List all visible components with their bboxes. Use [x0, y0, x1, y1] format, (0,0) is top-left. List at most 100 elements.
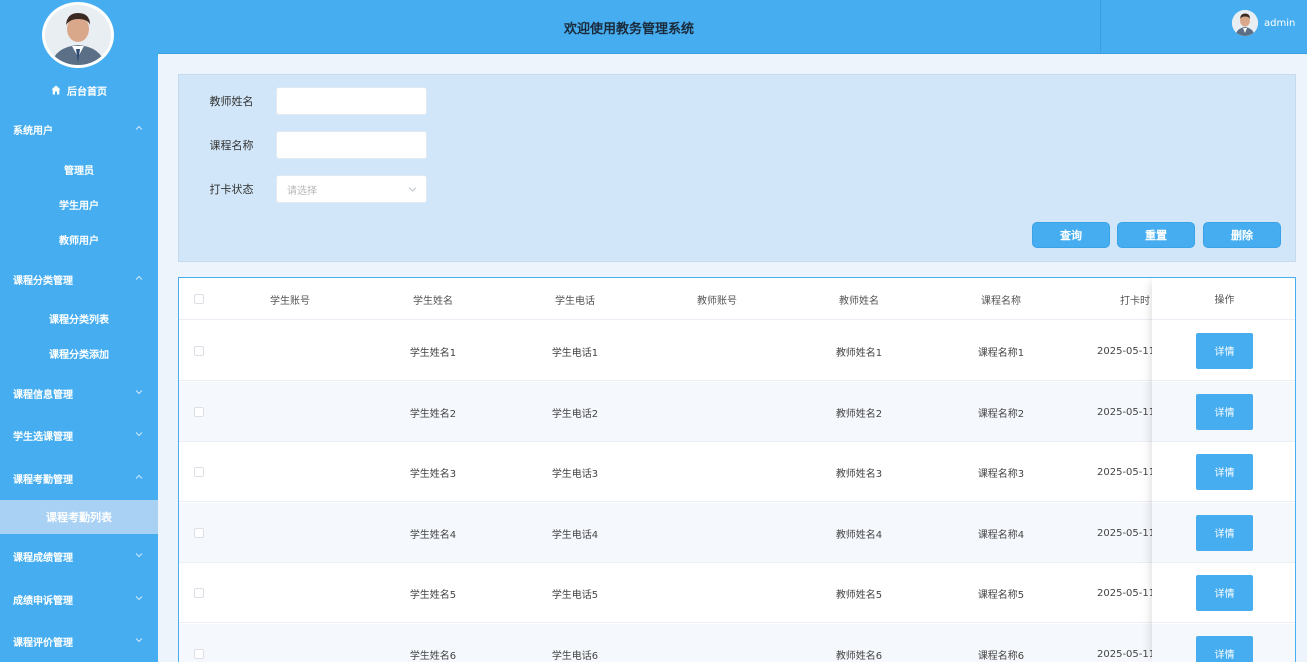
sidebar-group-label: 成绩申诉管理 [13, 595, 73, 607]
cell-checkin-time: 2025-05-11 1 [1097, 466, 1152, 478]
column-header: 课程名称 [981, 295, 1021, 307]
course-name-label: 课程名称 [209, 139, 254, 152]
user-name: admin [1264, 17, 1296, 29]
row-checkbox[interactable] [194, 407, 204, 417]
cell-student-phone: 学生电话5 [551, 589, 599, 601]
sidebar-item-teacher-users[interactable]: 教师用户 [0, 224, 158, 254]
reset-button[interactable]: 重置 [1117, 222, 1195, 248]
row-checkbox[interactable] [194, 588, 204, 598]
cell-student-phone: 学生电话2 [551, 408, 599, 420]
sidebar-group-course-category[interactable]: 课程分类管理 [0, 264, 158, 294]
checkin-status-row: 打卡状态 请选择 [179, 175, 427, 203]
sidebar-item-home[interactable]: 后台首页 [0, 78, 158, 102]
cell-course-name: 课程名称5 [977, 589, 1025, 601]
action-cell: 详情 [1152, 382, 1295, 442]
cell-teacher-name: 教师姓名2 [835, 408, 883, 420]
header-divider [1100, 0, 1101, 54]
chevron-up-icon [135, 474, 143, 479]
chevron-down-icon [135, 553, 143, 558]
query-button[interactable]: 查询 [1032, 222, 1110, 248]
table-row: 学生姓名3 学生电话3 教师姓名3 课程名称3 2025-05-11 1 [179, 442, 1295, 502]
detail-button[interactable]: 详情 [1196, 453, 1253, 490]
cell-student-account [219, 321, 361, 381]
sidebar-item-admin[interactable]: 管理员 [0, 154, 158, 184]
cell-course-name: 课程名称4 [977, 529, 1025, 541]
chevron-down-icon [408, 187, 417, 192]
actions-column: 操作 详情 详情 详情 详情 详情 详情 [1152, 278, 1295, 662]
sidebar-item-category-list[interactable]: 课程分类列表 [0, 303, 158, 333]
home-icon [51, 85, 61, 95]
column-header: 教师账号 [697, 295, 737, 307]
cell-student-account [219, 503, 361, 563]
table-row: 学生姓名5 学生电话5 教师姓名5 课程名称5 2025-05-11 1 [179, 563, 1295, 623]
chevron-down-icon [135, 638, 143, 643]
action-cell: 详情 [1152, 321, 1295, 381]
column-header: 学生电话 [555, 295, 595, 307]
sidebar-item-attendance-list[interactable]: 课程考勤列表 [0, 500, 158, 534]
cell-student-phone: 学生电话6 [551, 650, 599, 662]
sidebar-item-category-add[interactable]: 课程分类添加 [0, 338, 158, 368]
sidebar-group-appeals[interactable]: 成绩申诉管理 [0, 584, 158, 614]
cell-teacher-account [646, 321, 788, 381]
cell-teacher-name: 教师姓名1 [835, 347, 883, 359]
sidebar-group-label: 系统用户 [13, 125, 53, 137]
sidebar-group-grades[interactable]: 课程成绩管理 [0, 541, 158, 571]
row-select-cell [191, 503, 207, 563]
table-row: 学生姓名4 学生电话4 教师姓名4 课程名称4 2025-05-11 1 [179, 503, 1295, 563]
cell-student-name: 学生姓名3 [409, 468, 457, 480]
sidebar-group-label: 课程成绩管理 [13, 552, 73, 564]
column-header: 学生账号 [270, 295, 310, 307]
row-checkbox[interactable] [194, 528, 204, 538]
delete-button[interactable]: 删除 [1203, 222, 1281, 248]
sidebar-item-home-label: 后台首页 [67, 86, 107, 98]
detail-button[interactable]: 详情 [1196, 332, 1253, 369]
row-select-cell [191, 321, 207, 381]
cell-course-name: 课程名称2 [977, 408, 1025, 420]
cell-teacher-account [646, 624, 788, 662]
sidebar-group-label: 课程评价管理 [13, 637, 73, 649]
cell-student-name: 学生姓名2 [409, 408, 457, 420]
sidebar-group-course-info[interactable]: 课程信息管理 [0, 378, 158, 408]
chevron-down-icon [135, 596, 143, 601]
row-checkbox[interactable] [194, 346, 204, 356]
cell-student-account [219, 624, 361, 662]
sidebar-group-course-selection[interactable]: 学生选课管理 [0, 420, 158, 450]
attendance-table: 学生账号 学生姓名 学生电话 教师账号 教师姓名 课程名称 打卡时 学生姓名1 学… [178, 277, 1296, 662]
row-checkbox[interactable] [194, 467, 204, 477]
course-name-input[interactable] [276, 131, 427, 159]
detail-button[interactable]: 详情 [1196, 574, 1253, 611]
sidebar-group-attendance[interactable]: 课程考勤管理 [0, 463, 158, 493]
select-all-cell [191, 278, 207, 320]
teacher-name-input[interactable] [276, 87, 427, 115]
cell-checkin-time: 2025-05-11 1 [1097, 648, 1152, 660]
table-row: 学生姓名1 学生电话1 教师姓名1 课程名称1 2025-05-11 1 [179, 321, 1295, 381]
table-row: 学生姓名6 学生电话6 教师姓名6 课程名称6 2025-05-11 1 [179, 624, 1295, 662]
cell-checkin-time: 2025-05-11 1 [1097, 345, 1152, 357]
sidebar-group-label: 课程分类管理 [13, 275, 73, 287]
cell-course-name: 课程名称1 [977, 347, 1025, 359]
action-cell: 详情 [1152, 442, 1295, 502]
detail-button[interactable]: 详情 [1196, 635, 1253, 662]
cell-teacher-name: 教师姓名4 [835, 529, 883, 541]
row-checkbox[interactable] [194, 649, 204, 659]
cell-student-name: 学生姓名1 [409, 347, 457, 359]
column-header: 操作 [1152, 278, 1295, 320]
cell-checkin-time: 2025-05-11 1 [1097, 587, 1152, 599]
chevron-down-icon [135, 390, 143, 395]
user-menu[interactable]: admin [1232, 10, 1295, 36]
cell-checkin-time: 2025-05-11 1 [1097, 406, 1152, 418]
sidebar-group-label: 课程信息管理 [13, 389, 73, 401]
detail-button[interactable]: 详情 [1196, 514, 1253, 551]
select-all-checkbox[interactable] [194, 294, 204, 304]
action-cell: 详情 [1152, 563, 1295, 623]
checkin-status-placeholder: 请选择 [287, 185, 317, 197]
cell-checkin-time: 2025-05-11 1 [1097, 527, 1152, 539]
sidebar-group-evaluation[interactable]: 课程评价管理 [0, 626, 158, 656]
detail-button[interactable]: 详情 [1196, 393, 1253, 430]
sidebar-item-student-users[interactable]: 学生用户 [0, 189, 158, 219]
cell-teacher-name: 教师姓名6 [835, 650, 883, 662]
chevron-up-icon [135, 275, 143, 280]
checkin-status-select[interactable]: 请选择 [276, 175, 427, 203]
sidebar-group-system-users[interactable]: 系统用户 [0, 114, 158, 144]
sidebar-group-label: 学生选课管理 [13, 431, 73, 443]
